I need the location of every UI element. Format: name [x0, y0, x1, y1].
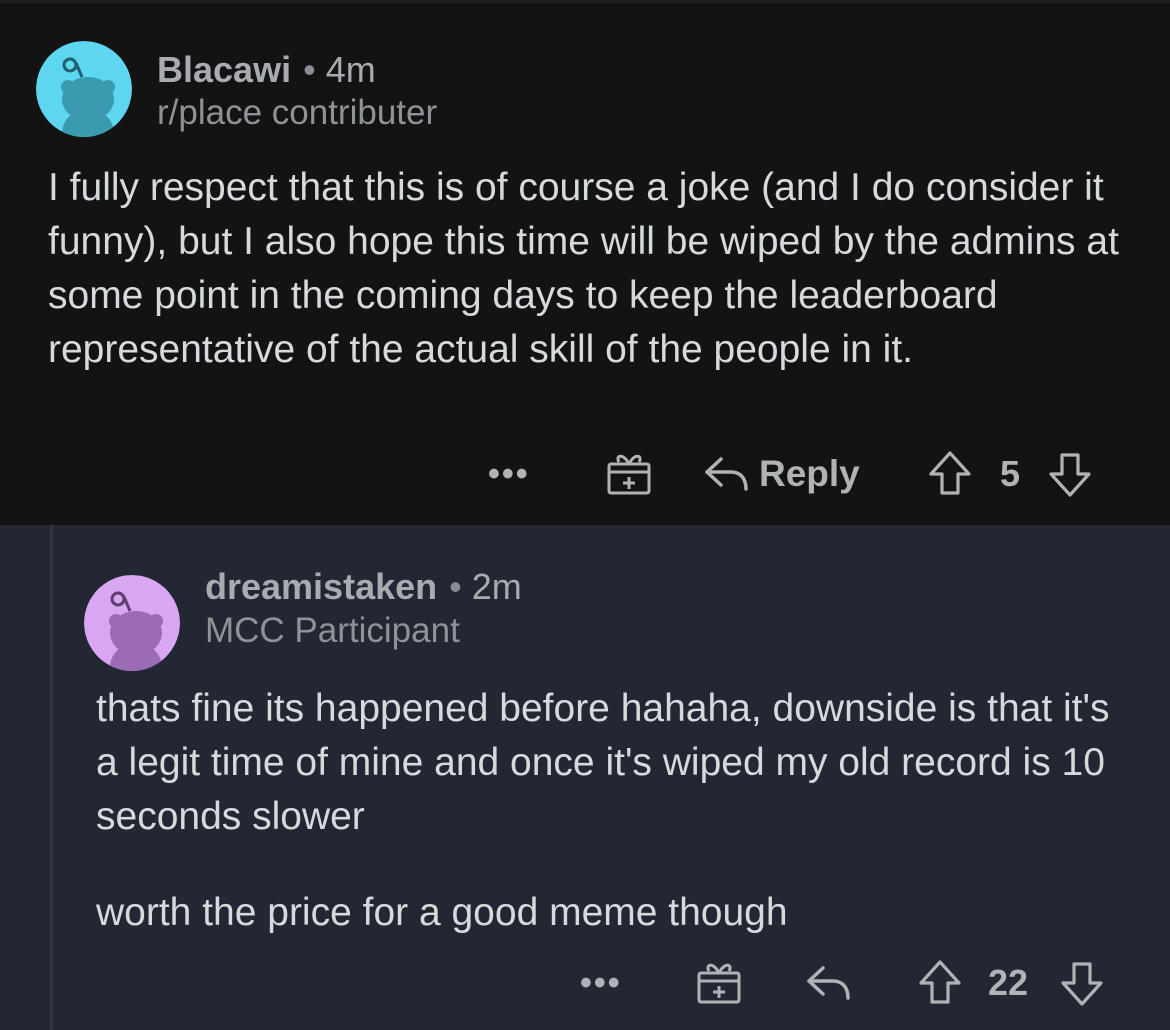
downvote-arrow-icon	[1049, 453, 1091, 497]
comment-meta: dreamistaken • 2m	[205, 567, 522, 607]
comment-paragraph: worth the price for a good meme though	[96, 891, 788, 934]
reply-button[interactable]: Reply	[703, 450, 860, 498]
comment-paragraph: thats fine its happened before hahaha, d…	[96, 687, 1110, 838]
upvote-arrow-icon	[929, 451, 971, 495]
score-value: 22	[988, 962, 1029, 1003]
award-icon	[697, 963, 741, 1004]
user-flair: MCC Participant	[205, 611, 460, 650]
award-button[interactable]	[605, 450, 653, 496]
more-icon: •••	[580, 963, 622, 1002]
more-options-button[interactable]: •••	[580, 959, 622, 1007]
snoo-avatar-icon	[36, 41, 132, 137]
comment-body: thats fine its happened before hahaha, d…	[96, 682, 1136, 940]
upvote-arrow-icon	[919, 960, 961, 1004]
more-options-button[interactable]: •••	[488, 450, 530, 498]
vote-score: 22	[988, 961, 1028, 1005]
user-flair: r/place contributer	[157, 93, 438, 132]
author-name[interactable]: dreamistaken	[205, 566, 437, 607]
author-name[interactable]: Blacawi	[157, 49, 291, 90]
thread-line[interactable]	[50, 525, 53, 1030]
meta-separator: •	[449, 566, 462, 607]
more-icon: •••	[488, 454, 530, 493]
avatar[interactable]	[84, 575, 180, 671]
comment-meta: Blacawi • 4m	[157, 50, 376, 90]
comment: Blacawi • 4m r/place contributer I fully r…	[0, 3, 1170, 525]
reply-label: Reply	[759, 453, 860, 494]
award-button[interactable]	[695, 959, 743, 1005]
upvote-button[interactable]	[918, 959, 962, 1005]
reply-arrow-icon	[705, 457, 748, 491]
downvote-button[interactable]	[1048, 452, 1092, 498]
downvote-arrow-icon	[1061, 962, 1103, 1006]
score-value: 5	[1000, 453, 1021, 494]
award-icon	[607, 454, 651, 495]
reply-comment: dreamistaken • 2m MCC Participant thats fi…	[0, 525, 1170, 1030]
comment-body: I fully respect that this is of course a…	[48, 161, 1128, 377]
reply-arrow-icon	[807, 966, 850, 1000]
upvote-button[interactable]	[928, 450, 972, 496]
comment-paragraph: I fully respect that this is of course a…	[48, 166, 1119, 371]
snoo-avatar-icon	[84, 575, 180, 671]
comment-age: 2m	[471, 566, 522, 607]
downvote-button[interactable]	[1060, 961, 1104, 1007]
reply-button[interactable]	[805, 961, 851, 1005]
vote-score: 5	[1000, 452, 1020, 496]
comment-age: 4m	[325, 49, 376, 90]
avatar[interactable]	[36, 41, 132, 137]
meta-separator: •	[303, 49, 316, 90]
